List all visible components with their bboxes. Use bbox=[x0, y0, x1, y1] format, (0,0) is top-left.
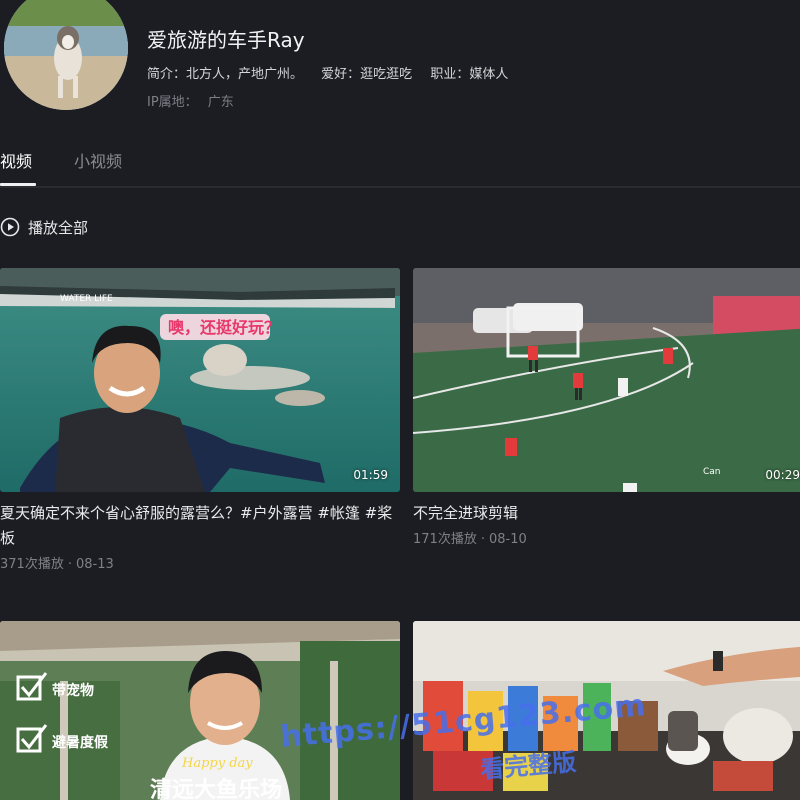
tab-short-videos-label: 小视频 bbox=[74, 152, 123, 171]
video-card[interactable]: Can 00:29 不完全进球剪辑 171次播放 · 08-10 bbox=[413, 268, 800, 547]
overlay-line-vacation: 避暑度假 bbox=[52, 734, 109, 751]
lake-swim-thumbnail: WATER LIFE 噢，还挺好玩？ bbox=[0, 268, 400, 492]
profile-header: 爱旅游的车手Ray 简介：北方人，产地广州。 爱好：逛吃逛吃 职业：媒体人 IP… bbox=[0, 0, 800, 130]
tab-short-videos[interactable]: 小视频 bbox=[74, 150, 122, 188]
video-duration: 01:59 bbox=[353, 468, 388, 482]
resort-thumbnail: 带宠物 避暑度假 Happy day 清远大鱼乐场 bbox=[0, 621, 400, 800]
video-duration: 00:29 bbox=[765, 468, 800, 482]
video-title[interactable]: 夏天确定不来个省心舒服的露营么？#户外露营 #帐篷 #桨板 bbox=[0, 501, 400, 551]
play-circle-icon bbox=[0, 217, 20, 237]
play-all-button[interactable]: 播放全部 bbox=[0, 215, 88, 239]
ip-location: IP属地： 广东 bbox=[147, 91, 234, 110]
video-thumbnail[interactable]: Can 00:29 bbox=[413, 268, 800, 492]
video-thumbnail[interactable]: 带宠物 避暑度假 Happy day 清远大鱼乐场 bbox=[0, 621, 400, 800]
video-meta: 171次播放 · 08-10 bbox=[413, 532, 527, 547]
overlay-big-text: 清远大鱼乐场 bbox=[150, 777, 282, 800]
snacks-table-thumbnail bbox=[413, 621, 800, 800]
video-card[interactable]: WATER LIFE 噢，还挺好玩？ 01:59 夏天确定不来个省心舒服的露营么… bbox=[0, 268, 400, 572]
content-tabs: 视频 小视频 bbox=[0, 150, 800, 190]
board-sign-text: WATER LIFE bbox=[60, 294, 113, 304]
ip-label: IP属地： bbox=[147, 95, 198, 110]
video-thumbnail[interactable]: WATER LIFE 噢，还挺好玩？ 01:59 bbox=[0, 268, 400, 492]
video-date: 08-10 bbox=[488, 532, 527, 547]
camera-watermark-text: Can bbox=[703, 467, 721, 477]
bio-job: 职业：媒体人 bbox=[430, 67, 509, 82]
avatar-image bbox=[4, 0, 128, 110]
tab-videos[interactable]: 视频 bbox=[0, 150, 36, 188]
video-views: 171次播放 bbox=[413, 532, 477, 547]
profile-bio: 简介：北方人，产地广州。 爱好：逛吃逛吃 职业：媒体人 bbox=[147, 63, 522, 82]
ip-value: 广东 bbox=[207, 95, 234, 110]
video-card[interactable] bbox=[413, 621, 800, 800]
overlay-script-text: Happy day bbox=[181, 756, 253, 771]
video-thumbnail[interactable] bbox=[413, 621, 800, 800]
avatar[interactable] bbox=[4, 0, 128, 110]
tabs-divider bbox=[0, 186, 800, 188]
video-date: 08-13 bbox=[75, 557, 114, 572]
soccer-field-thumbnail: Can bbox=[413, 268, 800, 492]
profile-name: 爱旅游的车手Ray bbox=[147, 28, 305, 52]
video-meta: 371次播放 · 08-13 bbox=[0, 557, 114, 572]
bio-intro: 简介：北方人，产地广州。 bbox=[147, 67, 304, 82]
play-all-label: 播放全部 bbox=[28, 218, 89, 237]
tab-videos-label: 视频 bbox=[0, 152, 33, 171]
overlay-line-pets: 带宠物 bbox=[52, 682, 94, 699]
video-overlay-caption: 噢，还挺好玩？ bbox=[168, 318, 280, 337]
bio-hobby: 爱好：逛吃逛吃 bbox=[321, 67, 413, 82]
video-card[interactable]: 带宠物 避暑度假 Happy day 清远大鱼乐场 bbox=[0, 621, 400, 800]
video-title[interactable]: 不完全进球剪辑 bbox=[413, 501, 800, 526]
video-views: 371次播放 bbox=[0, 557, 64, 572]
